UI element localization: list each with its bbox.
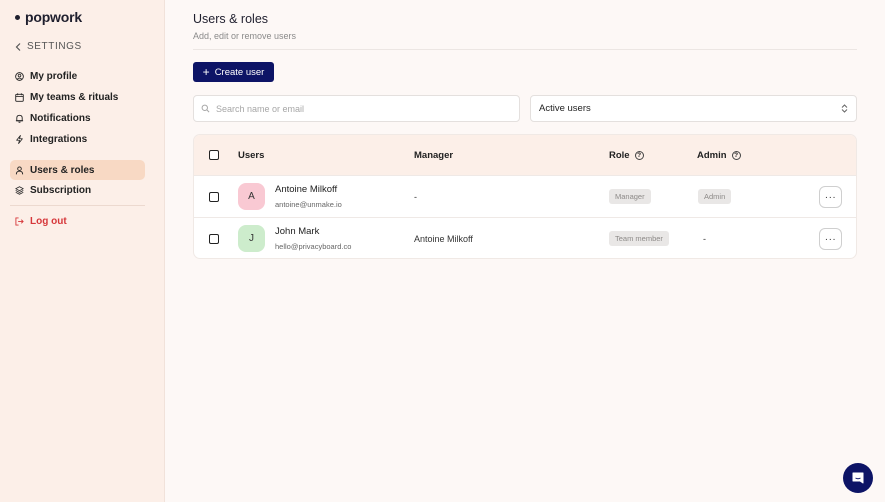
column-label: Manager (414, 150, 454, 161)
chat-support-button[interactable] (843, 463, 873, 493)
header-divider (193, 49, 857, 50)
role-badge: Team member (609, 231, 669, 246)
chevron-up-down-icon (841, 104, 848, 113)
sidebar-item-label: Subscription (30, 184, 92, 196)
plus-icon: + (202, 65, 210, 79)
avatar-initial: A (248, 191, 255, 202)
table-row: A Antoine Milkoff antoine@unmake.io - Ma… (194, 175, 856, 217)
manager-cell: - (414, 192, 417, 202)
bell-icon (15, 114, 24, 123)
sidebar-item-integrations[interactable]: Integrations (10, 129, 145, 149)
calendar-icon (15, 92, 24, 102)
search-field[interactable] (193, 95, 520, 122)
user-status-select[interactable]: Active users (530, 95, 857, 122)
help-circle-icon[interactable]: ? (731, 151, 741, 160)
select-all-checkbox[interactable] (209, 150, 219, 160)
sidebar-divider (10, 205, 145, 206)
layers-icon (15, 185, 24, 195)
table-row: J John Mark hello@privacyboard.co Antoin… (194, 217, 856, 258)
search-icon (201, 104, 210, 113)
more-horizontal-icon: ··· (824, 233, 837, 245)
page-title: Users & roles (193, 12, 269, 26)
row-checkbox[interactable] (209, 192, 219, 202)
manager-cell: Antoine Milkoff (414, 234, 473, 244)
sidebar-item-label: Integrations (30, 133, 88, 145)
row-checkbox[interactable] (209, 234, 219, 244)
lightning-icon (16, 134, 23, 144)
user-name: John Mark (275, 226, 320, 237)
column-header-users: Users (238, 150, 264, 161)
back-to-settings-link[interactable]: SETTINGS (15, 41, 82, 52)
help-circle-icon[interactable]: ? (634, 151, 644, 160)
user-icon (15, 165, 24, 174)
sidebar-item-label: Users & roles (30, 164, 95, 176)
logout-button[interactable]: Log out (10, 211, 145, 231)
sidebar-item-notifications[interactable]: Notifications (10, 108, 145, 128)
create-user-label: Create user (214, 66, 265, 78)
chevron-left-icon (15, 42, 21, 51)
back-label: SETTINGS (27, 41, 82, 52)
chat-icon (852, 472, 864, 484)
avatar-initial: J (249, 233, 254, 244)
logout-icon (15, 216, 24, 226)
column-header-manager: Manager (414, 150, 453, 161)
user-circle-icon (15, 71, 24, 81)
user-name: Antoine Milkoff (275, 184, 338, 195)
user-email: hello@privacyboard.co (275, 242, 352, 251)
sidebar: popwork SETTINGS My profile My teams & r… (0, 0, 165, 502)
create-user-button[interactable]: + Create user (193, 62, 274, 82)
avatar: J (238, 225, 265, 252)
logout-label: Log out (30, 215, 67, 227)
sidebar-item-subscription[interactable]: Subscription (10, 180, 145, 200)
sidebar-item-label: My teams & rituals (30, 91, 119, 103)
sidebar-item-my-teams[interactable]: My teams & rituals (10, 87, 145, 107)
user-status-value: Active users (539, 103, 591, 114)
sidebar-item-my-profile[interactable]: My profile (10, 66, 145, 86)
column-label: Admin (697, 150, 727, 161)
admin-cell: - (703, 234, 706, 244)
column-label: Role (609, 150, 630, 161)
popwork-logo[interactable]: popwork (15, 9, 82, 25)
sidebar-item-label: My profile (30, 70, 78, 82)
table-header: Users Manager Role ? Admin ? (194, 135, 856, 175)
column-header-admin: Admin ? (697, 150, 741, 161)
row-actions-button[interactable]: ··· (819, 228, 842, 250)
column-header-role: Role ? (609, 150, 644, 161)
users-table: Users Manager Role ? Admin ? A Antoine M… (193, 134, 857, 259)
role-badge: Manager (609, 189, 651, 204)
more-horizontal-icon: ··· (824, 191, 837, 203)
user-email: antoine@unmake.io (275, 200, 342, 209)
sidebar-item-users-roles[interactable]: Users & roles (10, 160, 145, 180)
avatar: A (238, 183, 265, 210)
admin-badge: Admin (698, 189, 732, 204)
logo-dot-icon (15, 14, 20, 20)
row-actions-button[interactable]: ··· (819, 186, 842, 208)
sidebar-item-label: Notifications (30, 112, 91, 124)
column-label: Users (238, 150, 265, 161)
search-input[interactable] (216, 103, 506, 114)
brand-name: popwork (25, 9, 82, 25)
page-subtitle: Add, edit or remove users (193, 31, 297, 41)
